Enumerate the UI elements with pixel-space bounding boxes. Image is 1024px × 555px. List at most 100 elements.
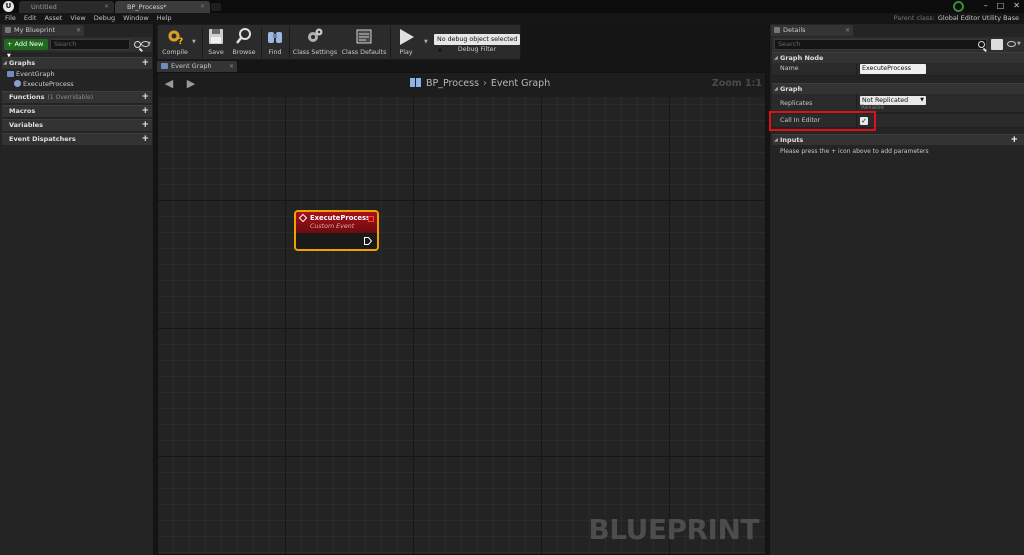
exec-output-pin-icon[interactable] (364, 237, 372, 245)
tab-my-blueprint[interactable]: My Blueprint ✕ (2, 25, 84, 36)
chevron-down-icon[interactable]: ▼ (147, 41, 151, 47)
menu-edit[interactable]: Edit (20, 13, 41, 24)
forward-arrow-icon[interactable]: ▶ (185, 78, 197, 90)
add-variable-plus-icon[interactable]: + (141, 120, 149, 131)
graph-node-section[interactable]: ◢ Graph Node (772, 52, 1024, 63)
functions-section[interactable]: Functions (1 Overridable) + (2, 91, 152, 103)
class-settings-button[interactable]: Class Settings (292, 26, 338, 59)
graph-canvas[interactable]: ◀ ▶ BP_Process › Event Graph Zoom 1:1 Exec… (157, 72, 766, 555)
compile-button[interactable]: ? Compile (160, 26, 190, 59)
visibility-eye-icon[interactable] (1007, 41, 1016, 47)
find-label: Find (268, 49, 282, 56)
tab-event-graph-label: Event Graph (171, 62, 212, 70)
close-icon[interactable]: ✕ (845, 25, 850, 36)
play-options-chevron-icon[interactable]: ▼ (424, 39, 428, 45)
collapse-arrow-icon[interactable]: ◢ (774, 84, 778, 94)
close-icon[interactable]: ✕ (229, 61, 234, 72)
tree-item-eventgraph[interactable]: EventGraph (2, 69, 152, 79)
add-new-label: Add New (14, 40, 44, 48)
save-button[interactable]: Save (204, 26, 228, 59)
class-settings-gear-icon (308, 28, 323, 42)
debug-object-select[interactable]: No debug object selected ▼ (434, 34, 520, 54)
tab-bp-process[interactable]: BP_Process* ✕ (115, 1, 210, 13)
maximize-icon[interactable]: □ (997, 0, 1005, 12)
details-search-input[interactable]: Search (774, 39, 987, 50)
breadcrumb-graph[interactable]: Event Graph (491, 78, 550, 89)
source-control-icon[interactable] (953, 1, 964, 12)
search-icon[interactable] (134, 41, 141, 48)
parent-class-link[interactable]: Global Editor Utility Base (938, 14, 1019, 22)
breadcrumb-blueprint[interactable]: BP_Process (426, 78, 479, 89)
menu-window[interactable]: Window (119, 13, 153, 24)
browse-label: Browse (232, 49, 256, 56)
menu-asset[interactable]: Asset (40, 13, 66, 24)
add-new-button[interactable]: + Add New ▼ (4, 39, 48, 59)
tab-untitled-label: Untitled (31, 3, 57, 11)
play-button[interactable]: Play (393, 26, 419, 59)
add-function-plus-icon[interactable]: + (141, 92, 149, 103)
inputs-section[interactable]: ◢ Inputs + (772, 134, 1024, 145)
save-disk-icon (209, 29, 223, 44)
graph-node-section-label: Graph Node (780, 54, 824, 62)
chevron-down-icon[interactable]: ▼ (1017, 41, 1021, 47)
variables-section-label: Variables (9, 121, 44, 129)
call-in-editor-highlight-box (769, 111, 876, 131)
toolbar-divider (202, 27, 203, 58)
menu-file[interactable]: File (1, 13, 20, 24)
replicates-select-value: Not Replicated (862, 97, 909, 104)
new-tab-area[interactable] (211, 3, 221, 11)
find-button[interactable]: Find (264, 26, 286, 59)
menu-help[interactable]: Help (153, 13, 176, 24)
details-search-row: Search ▼ (772, 37, 1024, 52)
add-event-dispatcher-plus-icon[interactable]: + (141, 134, 149, 145)
event-dispatchers-section[interactable]: Event Dispatchers + (2, 133, 152, 145)
graphs-section[interactable]: ◢ Graphs + (2, 57, 152, 69)
tab-details[interactable]: Details ✕ (771, 25, 853, 36)
browse-button[interactable]: Browse (230, 26, 258, 59)
macros-section-label: Macros (9, 107, 36, 115)
collapse-arrow-icon[interactable]: ◢ (774, 135, 778, 145)
macros-section[interactable]: Macros + (2, 105, 152, 117)
my-blueprint-search-input[interactable]: Search (50, 39, 130, 50)
node-subtitle: Custom Event (310, 223, 355, 230)
event-graph-icon (161, 63, 168, 69)
close-icon[interactable]: ✕ (1013, 0, 1020, 12)
menu-debug[interactable]: Debug (90, 13, 119, 24)
graph-section[interactable]: ◢ Graph (772, 83, 1024, 94)
add-input-plus-icon[interactable]: + (1010, 135, 1018, 145)
breadcrumb: BP_Process › Event Graph (410, 78, 550, 89)
minimize-icon[interactable]: – (984, 0, 988, 12)
tree-item-executeprocess[interactable]: ExecuteProcess (2, 79, 152, 89)
close-icon[interactable]: ✕ (200, 1, 205, 13)
back-arrow-icon[interactable]: ◀ (163, 78, 175, 90)
search-icon[interactable] (978, 41, 985, 48)
blueprint-watermark: BLUEPRINT (588, 513, 759, 546)
parent-class-info: Parent class: Global Editor Utility Base (894, 13, 1019, 24)
tab-event-graph[interactable]: Event Graph ✕ (157, 61, 237, 72)
column-divider (856, 94, 857, 112)
class-defaults-button[interactable]: Class Defaults (341, 26, 387, 59)
collapse-arrow-icon[interactable]: ◢ (774, 53, 778, 63)
delegate-pin-icon[interactable] (368, 216, 374, 222)
toolbar-divider (261, 27, 262, 58)
play-triangle-icon (400, 29, 414, 45)
name-field[interactable]: ExecuteProcess (860, 64, 926, 74)
add-macro-plus-icon[interactable]: + (141, 106, 149, 117)
collapse-arrow-icon[interactable]: ◢ (3, 58, 7, 69)
details-icon (774, 27, 780, 33)
replicates-select[interactable]: Not Replicated ▼ (860, 96, 926, 105)
menu-view[interactable]: View (66, 13, 89, 24)
svg-text:?: ? (178, 37, 183, 46)
variables-section[interactable]: Variables + (2, 119, 152, 131)
close-icon[interactable]: ✕ (76, 25, 81, 36)
close-icon[interactable]: ✕ (104, 1, 109, 13)
tab-untitled[interactable]: Untitled ✕ (19, 1, 114, 13)
property-matrix-icon[interactable] (991, 39, 1003, 50)
custom-event-node[interactable]: ExecuteProcess Custom Event (294, 210, 379, 251)
title-bar: U Untitled ✕ BP_Process* ✕ – □ ✕ (0, 0, 1024, 13)
compile-options-chevron-icon[interactable]: ▼ (192, 39, 196, 45)
browse-magnifier-icon (236, 28, 251, 44)
unreal-logo-icon: U (3, 1, 14, 12)
add-graph-plus-icon[interactable]: + (141, 58, 149, 69)
event-graph-icon (7, 71, 14, 77)
